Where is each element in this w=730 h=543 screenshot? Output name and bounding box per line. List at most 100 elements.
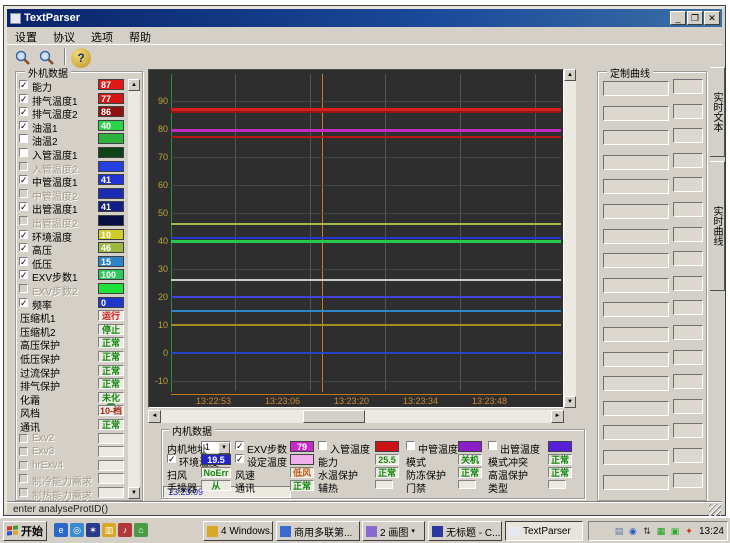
curve-slot[interactable]	[603, 229, 669, 244]
checkbox[interactable]: ✓	[167, 454, 176, 463]
curve-value-slot[interactable]	[673, 153, 703, 168]
checkbox[interactable]	[406, 441, 415, 450]
curve-value-slot[interactable]	[673, 104, 703, 119]
curve-value-slot[interactable]	[673, 325, 703, 340]
curve-value-slot[interactable]	[673, 300, 703, 315]
checkbox[interactable]: ✓	[235, 454, 244, 463]
checkbox[interactable]	[19, 189, 28, 198]
curve-value-slot[interactable]	[673, 202, 703, 217]
curve-value-slot[interactable]	[673, 227, 703, 242]
checkbox[interactable]	[19, 488, 28, 497]
start-button[interactable]: 开始	[3, 521, 47, 541]
checkbox[interactable]	[19, 474, 28, 483]
curve-slot[interactable]	[603, 155, 669, 170]
task-button[interactable]: 商用多联第...	[276, 521, 360, 541]
red-alert-icon[interactable]: ✦	[683, 525, 695, 537]
scroll-down-icon[interactable]: ▼	[564, 396, 576, 408]
checkbox[interactable]: ✓	[19, 121, 28, 130]
checkbox[interactable]: ✓	[19, 243, 28, 252]
curve-slot[interactable]	[603, 179, 669, 194]
menu-item[interactable]: 选项	[83, 28, 121, 44]
curve-slot[interactable]	[603, 130, 669, 145]
browser-icon[interactable]: ◎	[70, 523, 84, 537]
key-icon[interactable]: ♪	[118, 523, 132, 537]
help-button[interactable]: ?	[71, 48, 91, 68]
scroll-down-icon[interactable]: ▼	[128, 487, 140, 499]
resize-grip[interactable]	[709, 504, 721, 516]
menu-item[interactable]: 协议	[45, 28, 83, 44]
scroll-up-icon[interactable]: ▲	[128, 79, 140, 91]
curve-value-slot[interactable]	[673, 79, 703, 94]
checkbox[interactable]	[318, 441, 327, 450]
chart-vscrollbar[interactable]: ▲ ▼	[564, 69, 576, 408]
curve-value-slot[interactable]	[673, 374, 703, 389]
checkbox[interactable]	[488, 441, 497, 450]
scroll-left-icon[interactable]: ◄	[148, 410, 161, 423]
checkbox[interactable]: ✓	[19, 298, 28, 307]
curve-value-slot[interactable]	[673, 128, 703, 143]
checkbox[interactable]: ✓	[235, 441, 244, 450]
curve-slot[interactable]	[603, 253, 669, 268]
green-chart-icon[interactable]: ▦	[655, 525, 667, 537]
curve-slot[interactable]	[603, 401, 669, 416]
curve-value-slot[interactable]	[673, 177, 703, 192]
updown-arrows-icon[interactable]: ⇅	[641, 525, 653, 537]
curve-value-slot[interactable]	[673, 423, 703, 438]
curve-slot[interactable]	[603, 106, 669, 121]
tab-realtime-curve[interactable]: 实时曲线	[710, 161, 725, 291]
curve-value-slot[interactable]	[673, 448, 703, 463]
checkbox[interactable]	[19, 216, 28, 225]
msn-icon[interactable]: ✶	[86, 523, 100, 537]
checkbox[interactable]: ✓	[19, 202, 28, 211]
checkbox[interactable]	[19, 162, 28, 171]
task-button[interactable]: 无标题 - C...	[428, 521, 502, 541]
checkbox[interactable]: ✓	[19, 257, 28, 266]
curve-value-slot[interactable]	[673, 350, 703, 365]
plot-area[interactable]: 9080706050403020100-1013:22:5313:23:0613…	[148, 69, 564, 408]
task-button[interactable]: 2 画图▾	[362, 521, 425, 541]
globe-icon[interactable]: ◉	[627, 525, 639, 537]
chart-hscrollbar[interactable]: ◄ ►	[148, 410, 564, 423]
task-button[interactable]: 4 Windows...▾	[203, 521, 273, 541]
curve-slot[interactable]	[603, 376, 669, 391]
curve-slot[interactable]	[603, 302, 669, 317]
checkbox[interactable]: ✓	[19, 270, 28, 279]
curve-slot[interactable]	[603, 450, 669, 465]
checkbox[interactable]	[19, 434, 28, 443]
outdoor-scrollbar[interactable]: ▲ ▼	[128, 79, 140, 499]
title-bar[interactable]: TextParser _ ❐ ✕	[7, 9, 722, 27]
maximize-button[interactable]: ❐	[687, 11, 703, 25]
curve-slot[interactable]	[603, 204, 669, 219]
checkbox[interactable]: ✓	[19, 94, 28, 103]
dropdown-arrow-icon[interactable]: ▾	[411, 527, 415, 535]
curve-value-slot[interactable]	[673, 251, 703, 266]
crosshair-line[interactable]	[322, 74, 323, 392]
folder-icon[interactable]: ▥	[102, 523, 116, 537]
task-button[interactable]: TextParser	[505, 521, 583, 541]
curve-value-slot[interactable]	[673, 276, 703, 291]
checkbox[interactable]	[19, 134, 28, 143]
checkbox[interactable]: ✓	[19, 230, 28, 239]
checkbox[interactable]	[19, 447, 28, 456]
tab-realtime-text[interactable]: 实时文本	[710, 67, 725, 157]
curve-slot[interactable]	[603, 352, 669, 367]
scroll-up-icon[interactable]: ▲	[564, 69, 576, 81]
curve-slot[interactable]	[603, 327, 669, 342]
menu-item[interactable]: 设置	[7, 28, 45, 44]
checkbox[interactable]: ✓	[19, 80, 28, 89]
mail-icon[interactable]: ⌂	[134, 523, 148, 537]
curve-slot[interactable]	[603, 81, 669, 96]
green-network-icon[interactable]: ▣	[669, 525, 681, 537]
checkbox[interactable]: ✓	[19, 107, 28, 116]
curve-slot[interactable]	[603, 475, 669, 490]
menu-item[interactable]: 帮助	[121, 28, 159, 44]
ie-icon[interactable]: e	[54, 523, 68, 537]
curve-slot[interactable]	[603, 425, 669, 440]
curve-slot[interactable]	[603, 278, 669, 293]
scrollbar-thumb[interactable]	[303, 410, 365, 423]
checkbox[interactable]: ✓	[19, 175, 28, 184]
checkbox[interactable]	[19, 148, 28, 157]
curve-value-slot[interactable]	[673, 473, 703, 488]
scroll-right-icon[interactable]: ►	[551, 410, 564, 423]
printer-icon[interactable]: ▤	[613, 525, 625, 537]
